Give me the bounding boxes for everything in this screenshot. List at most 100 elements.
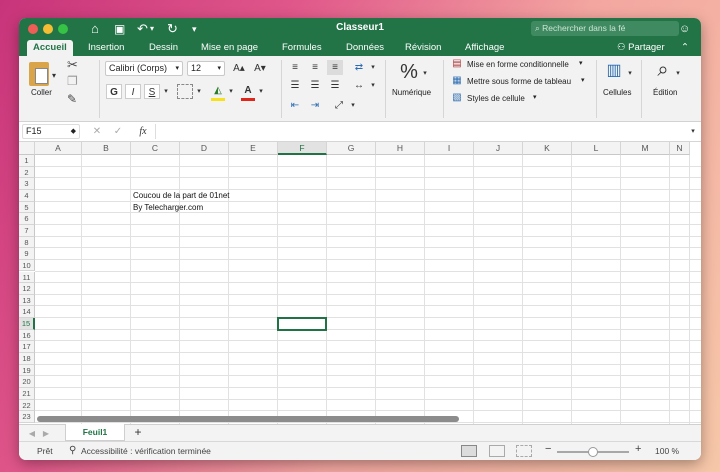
zoom-slider-thumb[interactable] bbox=[588, 447, 598, 457]
row-header-23[interactable]: 23 bbox=[19, 411, 35, 423]
font-size-select[interactable]: 12 ▾ bbox=[187, 61, 225, 76]
row-header-1[interactable]: 1 bbox=[19, 155, 35, 167]
editing-group-label[interactable]: Édition bbox=[653, 88, 677, 97]
row-header-19[interactable]: 19 bbox=[19, 364, 35, 377]
column-header-j[interactable]: J bbox=[474, 142, 523, 155]
row-header-9[interactable]: 9 bbox=[19, 248, 35, 260]
cell-styles-icon[interactable]: ▧ bbox=[451, 90, 463, 105]
wrap-text-icon[interactable]: ⇄ bbox=[351, 60, 367, 75]
insert-function-button[interactable]: fx bbox=[135, 124, 151, 139]
row-header-14[interactable]: 14 bbox=[19, 306, 35, 319]
select-all-corner[interactable] bbox=[19, 142, 35, 155]
confirm-entry-icon[interactable]: ✓ bbox=[112, 124, 124, 139]
font-name-select[interactable]: Calibri (Corps) ▾ bbox=[105, 61, 183, 76]
bold-button[interactable]: G bbox=[106, 84, 122, 99]
sheet-tab-feuil1[interactable]: Feuil1 bbox=[65, 424, 125, 441]
underline-dropdown-icon[interactable]: ▾ bbox=[162, 84, 170, 99]
align-middle-icon[interactable]: ≡ bbox=[307, 60, 323, 75]
previous-sheet-icon[interactable]: ◀ bbox=[27, 426, 37, 441]
cells-icon[interactable]: ▥ bbox=[604, 60, 624, 82]
merge-dropdown-icon[interactable]: ▾ bbox=[369, 78, 377, 93]
tab-mise-en-page[interactable]: Mise en page bbox=[201, 40, 258, 56]
zoom-level[interactable]: 100 % bbox=[655, 446, 679, 456]
page-break-view-button[interactable] bbox=[516, 445, 532, 457]
format-painter-icon[interactable]: ✎ bbox=[67, 92, 77, 106]
row-header-6[interactable]: 6 bbox=[19, 213, 35, 225]
merge-cells-icon[interactable]: ↔ bbox=[351, 78, 367, 93]
column-header-f[interactable]: F bbox=[278, 142, 327, 155]
paste-dropdown-icon[interactable]: ▾ bbox=[52, 68, 56, 83]
borders-icon[interactable] bbox=[177, 84, 193, 99]
row-header-21[interactable]: 21 bbox=[19, 388, 35, 400]
tab-accueil[interactable]: Accueil bbox=[27, 40, 73, 56]
expand-formula-bar-icon[interactable]: ▾ bbox=[689, 124, 697, 139]
search-input[interactable]: ⌕ Rechercher dans la fé bbox=[531, 21, 679, 36]
clipboard-icon[interactable] bbox=[29, 62, 49, 86]
column-header-a[interactable]: A bbox=[35, 142, 82, 155]
cut-icon[interactable]: ✂ bbox=[67, 57, 78, 73]
conditional-formatting-icon[interactable]: ▤ bbox=[451, 56, 463, 71]
copy-icon[interactable]: ❐ bbox=[67, 74, 78, 88]
increase-indent-icon[interactable]: ⇥ bbox=[307, 98, 323, 113]
grow-font-button[interactable]: A▴ bbox=[230, 61, 248, 76]
row-header-15[interactable]: 15 bbox=[19, 318, 35, 330]
tab-affichage[interactable]: Affichage bbox=[465, 40, 504, 56]
cells-group-label[interactable]: Cellules bbox=[603, 88, 631, 97]
row-header-11[interactable]: 11 bbox=[19, 271, 35, 284]
smiley-feedback-icon[interactable]: ☺ bbox=[679, 20, 690, 38]
column-header-h[interactable]: H bbox=[376, 142, 425, 155]
align-center-icon[interactable]: ☰ bbox=[307, 78, 323, 93]
align-bottom-icon[interactable]: ≡ bbox=[327, 60, 343, 75]
search-icon[interactable]: ⌕ bbox=[652, 58, 674, 82]
borders-dropdown-icon[interactable]: ▾ bbox=[195, 84, 203, 99]
accessibility-icon[interactable]: ⚲ bbox=[69, 445, 76, 456]
tab-donnees[interactable]: Données bbox=[346, 40, 384, 56]
align-left-icon[interactable]: ☰ bbox=[287, 78, 303, 93]
row-header-22[interactable]: 22 bbox=[19, 399, 35, 412]
zoom-in-button[interactable]: + bbox=[635, 443, 641, 455]
underline-button[interactable]: S bbox=[144, 84, 160, 99]
cancel-entry-icon[interactable]: ✕ bbox=[91, 124, 103, 139]
row-header-5[interactable]: 5 bbox=[19, 201, 35, 214]
format-as-table-icon[interactable]: ▦ bbox=[451, 73, 463, 88]
add-sheet-button[interactable]: + bbox=[131, 425, 145, 440]
cell-styles-button[interactable]: Styles de cellule bbox=[467, 94, 525, 103]
column-header-c[interactable]: C bbox=[131, 142, 180, 155]
text-orientation-icon[interactable]: ⤢ bbox=[331, 98, 347, 113]
zoom-out-button[interactable]: − bbox=[545, 443, 551, 455]
row-header-20[interactable]: 20 bbox=[19, 376, 35, 388]
number-group-label[interactable]: Numérique bbox=[392, 88, 431, 97]
number-format-icon[interactable]: % bbox=[397, 60, 421, 84]
column-header-l[interactable]: L bbox=[572, 142, 621, 155]
column-header-d[interactable]: D bbox=[180, 142, 229, 155]
selected-cell[interactable] bbox=[277, 317, 327, 331]
number-dropdown-icon[interactable]: ▾ bbox=[421, 66, 429, 81]
column-header-n[interactable]: N bbox=[670, 142, 690, 155]
row-header-4[interactable]: 4 bbox=[19, 189, 35, 202]
font-color-icon[interactable]: A bbox=[241, 83, 255, 98]
row-header-12[interactable]: 12 bbox=[19, 283, 35, 295]
tab-revision[interactable]: Révision bbox=[405, 40, 441, 56]
align-right-icon[interactable]: ☰ bbox=[327, 78, 343, 93]
cell-c4[interactable]: Coucou de la part de 01net bbox=[133, 191, 230, 200]
decrease-indent-icon[interactable]: ⇤ bbox=[287, 98, 303, 113]
column-header-i[interactable]: I bbox=[425, 142, 474, 155]
tab-formules[interactable]: Formules bbox=[282, 40, 322, 56]
row-header-3[interactable]: 3 bbox=[19, 178, 35, 190]
column-header-m[interactable]: M bbox=[621, 142, 670, 155]
tab-dessin[interactable]: Dessin bbox=[149, 40, 178, 56]
next-sheet-icon[interactable]: ▶ bbox=[41, 426, 51, 441]
column-header-b[interactable]: B bbox=[82, 142, 131, 155]
fill-color-dropdown-icon[interactable]: ▾ bbox=[227, 84, 235, 99]
cell-c5[interactable]: By Telecharger.com bbox=[133, 203, 203, 212]
collapse-ribbon-icon[interactable]: ⌃ bbox=[681, 40, 689, 55]
zoom-slider[interactable] bbox=[557, 447, 629, 457]
formula-input[interactable] bbox=[155, 124, 685, 139]
fill-color-icon[interactable]: ◭ bbox=[211, 83, 225, 98]
cells-dropdown-icon[interactable]: ▾ bbox=[626, 66, 634, 81]
editing-dropdown-icon[interactable]: ▾ bbox=[674, 66, 682, 81]
row-header-18[interactable]: 18 bbox=[19, 353, 35, 365]
italic-button[interactable]: I bbox=[125, 84, 141, 99]
wrap-text-dropdown-icon[interactable]: ▾ bbox=[369, 60, 377, 75]
share-button[interactable]: ⚇ Partager bbox=[617, 40, 665, 55]
